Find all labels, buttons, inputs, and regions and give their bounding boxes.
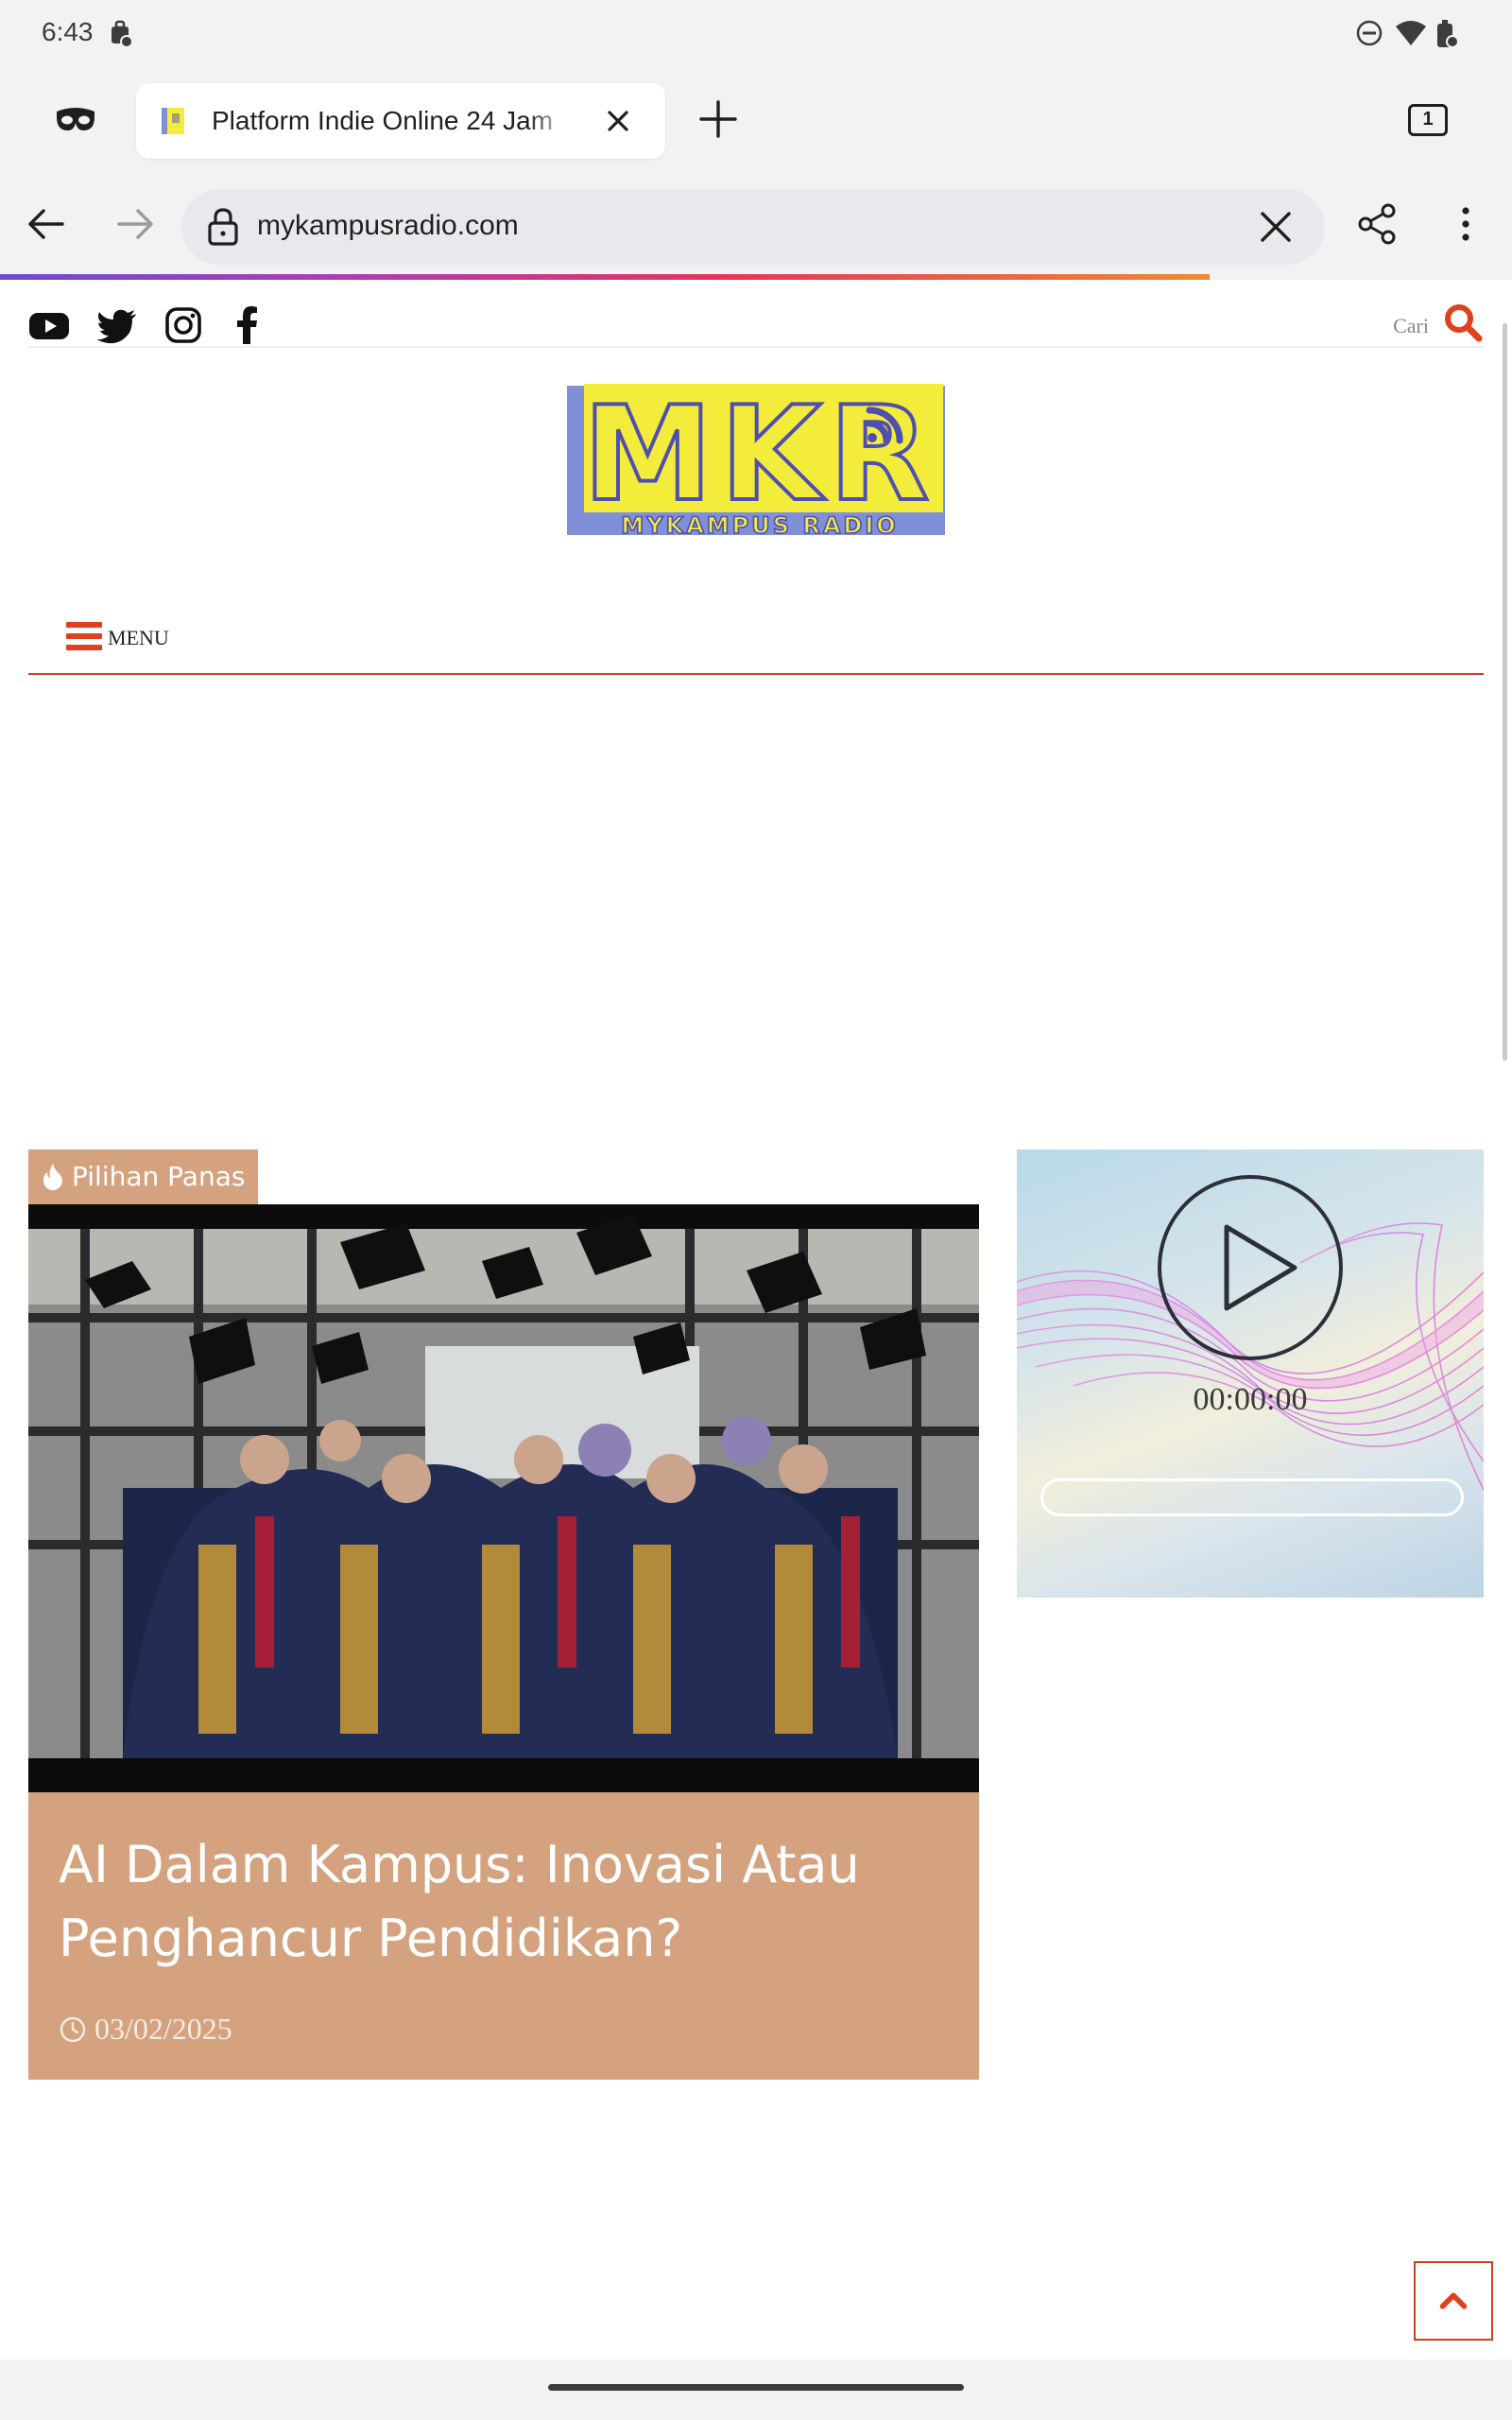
active-tab[interactable]: Platform Indie Online 24 Jam (136, 83, 665, 159)
logo-letters: MKR (583, 382, 937, 530)
hamburger-menu-icon[interactable] (66, 620, 102, 652)
clear-url-icon[interactable] (1257, 208, 1295, 246)
graduation-photo (28, 1204, 979, 1796)
back-arrow-icon[interactable] (23, 200, 70, 248)
work-profile-icon (112, 20, 132, 48)
featured-post-card[interactable]: AI Dalam Kampus: Inovasi Atau Penghancur… (28, 1792, 979, 2080)
incognito-icon[interactable] (55, 106, 96, 134)
browser-toolbar: mykampusradio.com (0, 174, 1512, 280)
battery-icon (1437, 20, 1459, 48)
back-to-top-button[interactable] (1414, 2261, 1493, 2341)
post-title[interactable]: AI Dalam Kampus: Inovasi Atau Penghancur… (59, 1828, 947, 1976)
search-icon[interactable] (1442, 302, 1484, 344)
url-text[interactable]: mykampusradio.com (257, 210, 519, 242)
status-bar: 6:43 (0, 0, 1512, 70)
search-label[interactable]: Cari (1393, 314, 1429, 338)
site-logo[interactable]: MKR MYKAMPUS RADIO (565, 382, 947, 548)
page-scrollbar[interactable] (1503, 323, 1507, 1061)
twitter-icon[interactable] (96, 306, 138, 344)
home-gesture-handle[interactable] (548, 2384, 964, 2391)
post-date-text: 03/02/2025 (94, 2012, 232, 2046)
site-top-bar: Cari (28, 293, 1484, 348)
forward-arrow-icon[interactable] (112, 200, 159, 248)
menu-label[interactable]: MENU (108, 626, 169, 650)
tab-title: Platform Indie Online 24 Jam (212, 106, 554, 135)
clock-icon (60, 2016, 86, 2042)
wifi-icon (1396, 21, 1426, 45)
close-tab-icon[interactable] (599, 102, 637, 140)
mkr-favicon-icon (162, 108, 184, 134)
system-nav-bar (0, 2360, 1512, 2420)
player-time: 00:00:00 (1193, 1382, 1308, 1417)
player-progress-bar[interactable] (1040, 1478, 1464, 1516)
radio-player: 00:00:00 (1017, 1150, 1484, 1598)
post-date: 03/02/2025 (59, 2012, 232, 2047)
tab-switcher-button[interactable]: 1 (1408, 104, 1448, 136)
status-time: 6:43 (42, 17, 94, 46)
facebook-icon[interactable] (227, 306, 268, 344)
more-options-icon[interactable] (1442, 200, 1489, 248)
do-not-disturb-icon (1356, 20, 1383, 46)
main-nav: MENU (28, 613, 1484, 675)
logo-subtitle: MYKAMPUS RADIO (621, 512, 898, 539)
hot-picks-label: Pilihan Panas (72, 1161, 246, 1192)
address-bar[interactable]: mykampusradio.com (181, 189, 1325, 265)
lock-icon[interactable] (204, 206, 242, 248)
youtube-icon[interactable] (28, 306, 70, 344)
flame-icon (43, 1164, 62, 1191)
new-tab-icon[interactable] (697, 98, 739, 140)
featured-image[interactable] (28, 1204, 979, 1796)
tab-strip: Platform Indie Online 24 Jam 1 (0, 70, 1512, 174)
instagram-icon[interactable] (163, 306, 204, 344)
share-icon[interactable] (1353, 200, 1400, 248)
play-button[interactable] (1157, 1174, 1344, 1361)
hot-picks-badge[interactable]: Pilihan Panas (28, 1150, 259, 1204)
